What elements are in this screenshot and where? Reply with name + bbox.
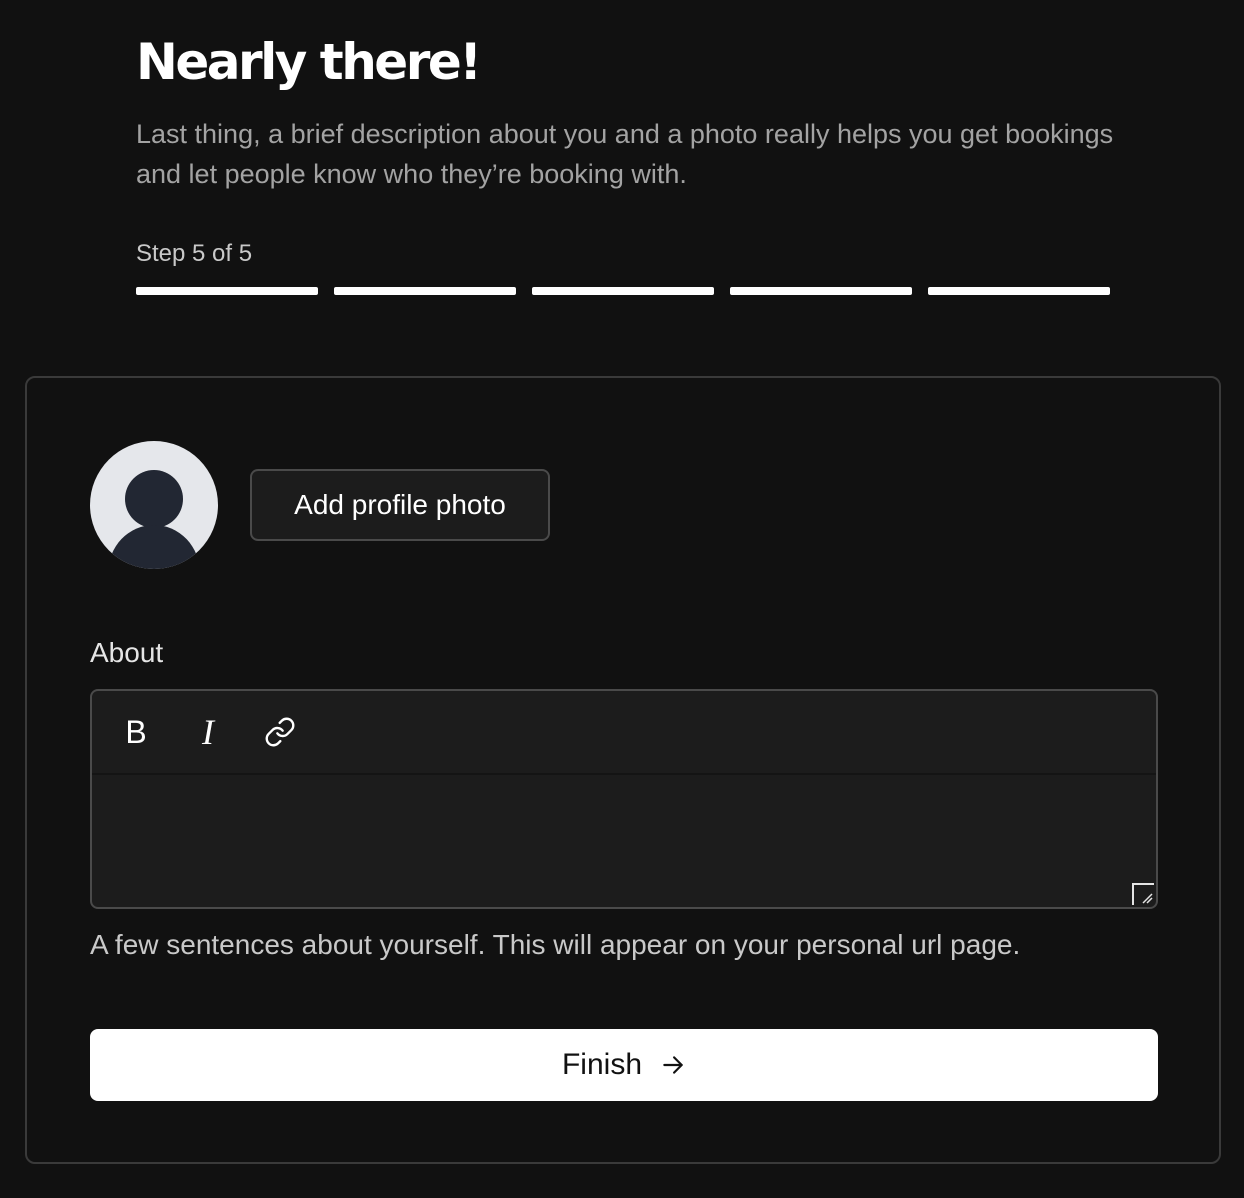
italic-button[interactable]: I	[178, 702, 238, 762]
about-text-area[interactable]	[92, 777, 1156, 907]
editor-toolbar: B I	[92, 691, 1156, 775]
step-progress	[136, 287, 1110, 295]
step-bar-3	[532, 287, 714, 295]
finish-button[interactable]: Finish	[90, 1029, 1158, 1101]
resize-handle[interactable]	[1132, 883, 1154, 905]
resize-grip-icon	[1142, 893, 1153, 904]
bold-button[interactable]: B	[106, 702, 166, 762]
about-helper-text: A few sentences about yourself. This wil…	[90, 929, 1021, 960]
step-bar-1	[136, 287, 318, 295]
step-bar-2	[334, 287, 516, 295]
step-indicator-label: Step 5 of 5	[136, 240, 253, 267]
step-bar-5	[928, 287, 1110, 295]
user-silhouette-icon	[108, 470, 200, 569]
page-header: Nearly there! Last thing, a brief descri…	[136, 30, 1116, 194]
about-editor: B I	[90, 689, 1158, 909]
arrow-right-icon	[660, 1052, 686, 1078]
link-button[interactable]	[250, 702, 310, 762]
avatar	[90, 441, 218, 569]
step-bar-4	[730, 287, 912, 295]
about-label: About	[90, 637, 164, 668]
page-title: Nearly there!	[136, 33, 482, 91]
finish-button-label: Finish	[561, 1048, 643, 1081]
link-icon	[265, 717, 295, 747]
page-subtitle: Last thing, a brief description about yo…	[136, 119, 1114, 189]
add-profile-photo-button[interactable]: Add profile photo	[250, 469, 550, 541]
